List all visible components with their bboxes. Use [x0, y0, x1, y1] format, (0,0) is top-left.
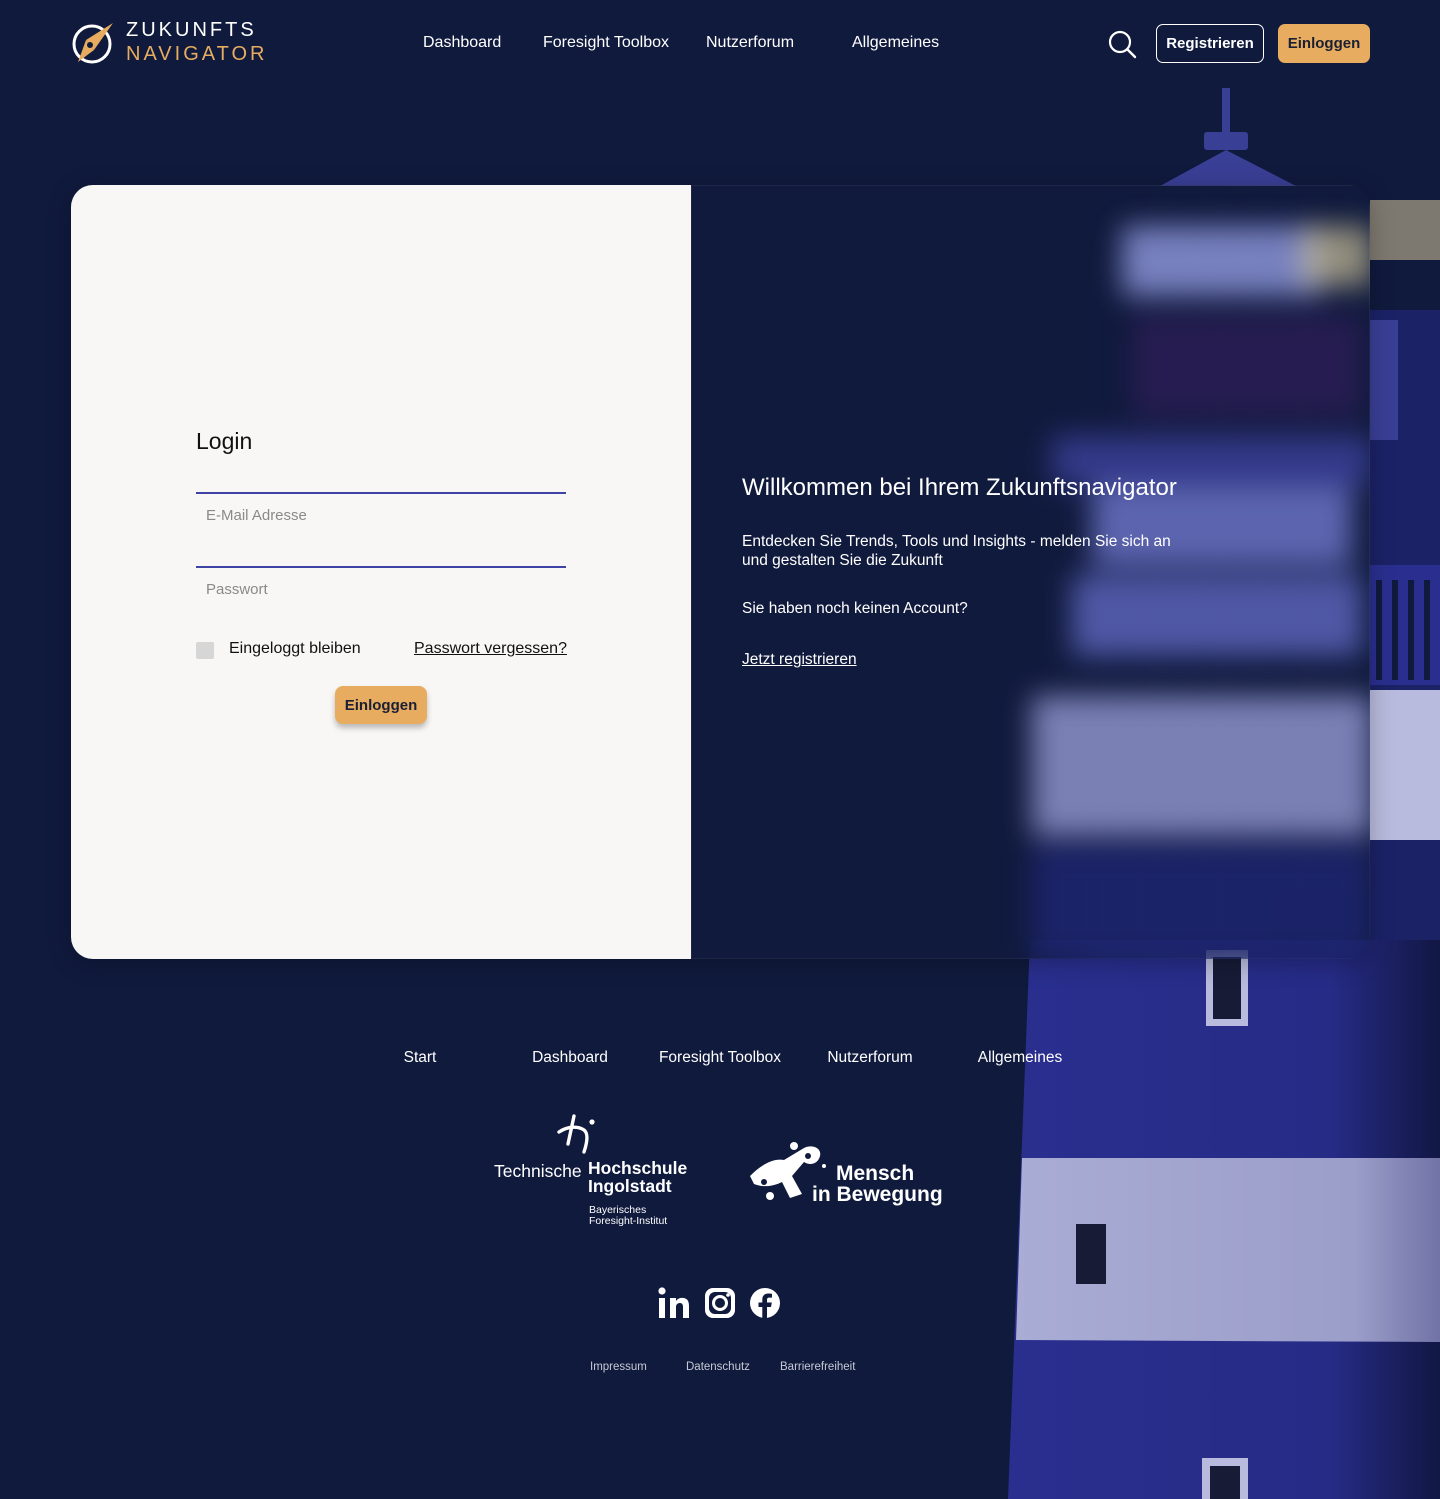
no-account-text: Sie haben noch keinen Account? [742, 600, 968, 617]
compass-icon [72, 23, 113, 64]
login-card: Login Eingeloggt bleiben Passwort verges… [71, 185, 1370, 959]
footer-nav-allgemeines[interactable]: Allgemeines [978, 1049, 1062, 1067]
nav-item-foresight-toolbox[interactable]: Foresight Toolbox [543, 34, 669, 52]
login-title: Login [196, 428, 253, 454]
blurred-lighthouse-image [1032, 226, 1370, 959]
logo-text-line1: ZUKUNFTS [126, 19, 257, 41]
header-login-button[interactable]: Einloggen [1278, 24, 1370, 63]
footer-link-impressum[interactable]: Impressum [590, 1361, 647, 1373]
search-icon[interactable] [1107, 29, 1137, 59]
remember-me-checkbox[interactable] [196, 642, 214, 659]
footer-nav-foresight-toolbox[interactable]: Foresight Toolbox [659, 1049, 781, 1067]
login-panel: Login Eingeloggt bleiben Passwort verges… [71, 185, 691, 959]
forgot-password-link[interactable]: Passwort vergessen? [414, 640, 567, 658]
welcome-panel: Willkommen bei Ihrem Zukunftsnavigator E… [691, 185, 1370, 959]
register-button[interactable]: Registrieren [1156, 24, 1264, 63]
thi-mark-icon [557, 1114, 595, 1154]
thi-text-foresight-institut: Bayerisches Foresight-Institut [589, 1204, 668, 1227]
mib-text-in-bewegung: in Bewegung [812, 1183, 943, 1206]
thi-text-hochschule-ingolstadt: Hochschule Ingolstadt [588, 1158, 688, 1197]
site-header: ZUKUNFTS NAVIGATOR Dashboard Foresight T… [0, 0, 1440, 88]
footer-link-barrierefreiheit[interactable]: Barrierefreiheit [780, 1361, 855, 1373]
zukunftsnavigator-logo[interactable]: ZUKUNFTS NAVIGATOR [70, 18, 267, 66]
site-footer: Start Dashboard Foresight Toolbox Nutzer… [0, 990, 1440, 1499]
footer-nav-dashboard[interactable]: Dashboard [532, 1049, 608, 1067]
footer-nav-nutzerforum[interactable]: Nutzerforum [827, 1049, 912, 1067]
linkedin-icon[interactable] [657, 1286, 691, 1320]
email-field[interactable] [196, 498, 566, 532]
remember-me-label: Eingeloggt bleiben [229, 640, 361, 657]
nav-item-dashboard[interactable]: Dashboard [423, 34, 501, 52]
nav-item-allgemeines[interactable]: Allgemeines [852, 34, 939, 52]
login-submit-button[interactable]: Einloggen [335, 686, 427, 724]
facebook-icon[interactable] [748, 1286, 782, 1320]
email-field-underline [196, 492, 566, 494]
logo-text-line2: NAVIGATOR [126, 43, 268, 65]
mib-text-mensch: Mensch [836, 1162, 915, 1185]
mensch-in-bewegung-logo[interactable]: Mensch in Bewegung [744, 1136, 954, 1208]
password-field[interactable] [196, 572, 566, 606]
instagram-icon[interactable] [703, 1286, 737, 1320]
register-now-link[interactable]: Jetzt registrieren [742, 651, 857, 669]
footer-nav-start[interactable]: Start [404, 1049, 437, 1067]
nav-item-nutzerforum[interactable]: Nutzerforum [706, 34, 794, 52]
welcome-text: Entdecken Sie Trends, Tools und Insights… [742, 533, 1171, 570]
footer-link-datenschutz[interactable]: Datenschutz [686, 1361, 750, 1373]
thi-logo[interactable]: Technische Hochschule Ingolstadt Bayeris… [494, 1114, 694, 1232]
welcome-title: Willkommen bei Ihrem Zukunftsnavigator [742, 474, 1177, 501]
password-field-underline [196, 566, 566, 568]
thi-text-technische: Technische [494, 1161, 582, 1181]
